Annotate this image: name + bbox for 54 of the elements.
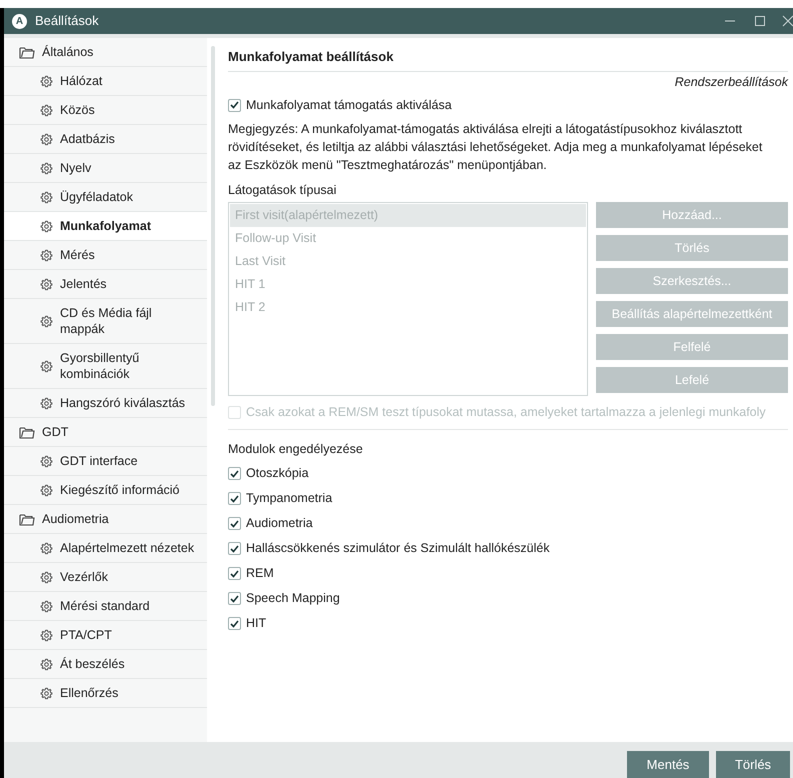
sidebar-group[interactable]: Audiometria — [4, 505, 207, 534]
sidebar-group[interactable]: GDT — [4, 418, 207, 447]
gear-icon — [40, 132, 53, 146]
checkbox[interactable] — [228, 492, 241, 505]
gear-icon — [40, 628, 53, 642]
checkbox-label: Halláscsökkenés szimulátor és Szimulált hallókészülék — [246, 540, 550, 558]
gear-icon — [40, 360, 53, 372]
delete-button[interactable]: Törlés — [716, 751, 790, 778]
folder-icon — [19, 512, 35, 526]
checkbox-label: HIT — [246, 615, 266, 632]
note-text: Megjegyzés: A munkafolyamat-támogatás aktiválása elrejti a látogatástípusokhoz kiválasztott rövidítéseket, és letiltja az alábbi választási lehetőségeket. Adja meg a munkafolyamat lépéseket az Eszközök menü "Tesztmeghatározás" menüpontjában. — [228, 120, 764, 174]
gear-icon — [40, 570, 53, 584]
checkbox[interactable] — [228, 592, 241, 605]
checkbox[interactable] — [228, 542, 241, 555]
window-title: Beállítások — [35, 12, 99, 30]
gear-icon — [40, 74, 53, 88]
app-logo: A — [12, 14, 27, 28]
section-label: Modulok engedélyezése — [228, 442, 363, 456]
gear-icon — [40, 278, 53, 290]
checkbox-label: Audiometria — [246, 515, 313, 532]
checkbox-label: Otoszkópia — [246, 465, 309, 482]
checkbox[interactable] — [228, 467, 241, 480]
gear-icon — [40, 314, 53, 328]
checkbox-label: REM — [246, 565, 274, 582]
gear-icon — [40, 542, 53, 554]
checkbox[interactable] — [228, 517, 241, 530]
gear-icon — [40, 190, 53, 204]
scope-label: Rendszerbeállítások — [674, 74, 788, 90]
section-label: Látogatások típusai — [228, 182, 336, 196]
folder-icon — [19, 426, 35, 438]
gear-icon — [40, 600, 53, 612]
maximize-icon[interactable] — [754, 15, 766, 27]
checkbox-label: Csak azokat a REM/SM teszt típusokat mutassa, amelyeket tartalmazza a jelenlegi munkafoly — [246, 404, 766, 422]
checkbox-label: Munkafolyamat támogatás aktiválása — [246, 96, 452, 114]
gear-icon — [40, 104, 53, 116]
checkbox[interactable] — [228, 617, 241, 630]
checkbox[interactable] — [228, 98, 241, 112]
gear-icon — [40, 454, 53, 468]
gear-icon — [40, 220, 53, 232]
checkbox-label: Tympanometria — [246, 490, 332, 508]
gear-icon — [40, 162, 53, 174]
folder-icon — [19, 46, 35, 58]
checkbox-label: Speech Mapping — [246, 590, 340, 608]
checkbox[interactable] — [228, 567, 241, 580]
panel-title: Munkafolyamat beállítások — [228, 48, 394, 66]
gear-icon — [40, 658, 53, 670]
gear-icon — [40, 396, 53, 410]
gear-icon — [40, 686, 53, 700]
sidebar-item[interactable]: Munkafolyamat — [4, 212, 207, 241]
save-button[interactable]: Mentés — [627, 751, 709, 778]
close-icon[interactable] — [782, 15, 793, 27]
sidebar-group[interactable]: Általános — [4, 38, 207, 67]
gear-icon — [40, 248, 53, 262]
gear-icon — [40, 484, 53, 496]
